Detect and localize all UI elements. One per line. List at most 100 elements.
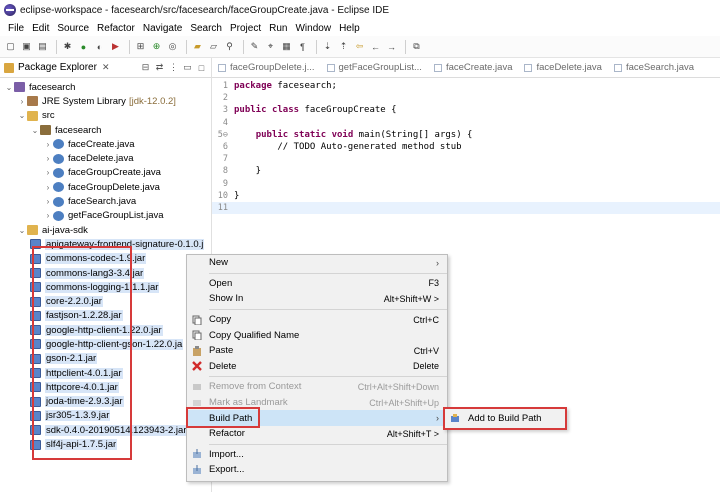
chevron-right-icon[interactable]: › <box>43 183 53 192</box>
editor-tab-label: getFaceGroupList... <box>338 62 422 73</box>
context-menu-item-new[interactable]: New › <box>187 255 447 271</box>
context-menu-item-copy-qualified-name[interactable]: Copy Qualified Name <box>187 327 447 343</box>
code-area[interactable]: 1 package facesearch; 2 3 public class faceG… <box>212 78 720 215</box>
chevron-down-icon[interactable]: ⌄ <box>17 111 27 120</box>
new-class-icon[interactable]: ◎ <box>166 40 179 53</box>
editor-tab[interactable]: faceGroupDelete.j... <box>212 58 321 77</box>
context-menu-item-copy[interactable]: Copy Ctrl+C <box>187 312 447 328</box>
chevron-right-icon[interactable]: › <box>43 168 53 177</box>
tree-item-label: faceSearch.java <box>68 196 137 208</box>
chevron-down-icon[interactable]: ⌄ <box>17 226 27 235</box>
new-java-project-icon[interactable]: ⊞ <box>134 40 147 53</box>
chevron-right-icon[interactable]: › <box>43 211 53 220</box>
context-menu-item-refactor[interactable]: Refactor Alt+Shift+T > <box>187 426 447 442</box>
code-line[interactable]: 10} <box>212 190 720 202</box>
editor-tab[interactable]: faceDelete.java <box>518 58 607 77</box>
menu-navigate[interactable]: Navigate <box>139 23 186 34</box>
context-menu-item-open[interactable]: Open F3 <box>187 276 447 292</box>
editor-tab[interactable]: getFaceGroupList... <box>321 58 428 77</box>
context-menu-item-export[interactable]: Export... <box>187 462 447 478</box>
menu-source[interactable]: Source <box>53 23 93 34</box>
open-type-icon[interactable]: ▰ <box>191 40 204 53</box>
collapse-all-icon[interactable]: ⊟ <box>140 62 151 73</box>
editor-tab-label: faceGroupDelete.j... <box>230 62 315 73</box>
menu-project[interactable]: Project <box>226 23 265 34</box>
run-icon[interactable]: ● <box>77 40 90 53</box>
tree-item[interactable]: ⌄ facesearch <box>0 123 211 137</box>
last-edit-icon[interactable]: ⇦ <box>353 40 366 53</box>
chevron-right-icon[interactable]: › <box>43 140 53 149</box>
code-line[interactable]: 2 <box>212 92 720 104</box>
package-explorer-tab[interactable]: Package Explorer ✕ ⊟ ⇄ ⋮ ▭ □ <box>0 58 211 78</box>
menu-help[interactable]: Help <box>335 23 364 34</box>
chevron-right-icon[interactable]: › <box>17 97 27 106</box>
previous-annotation-icon[interactable]: ⇡ <box>337 40 350 53</box>
view-menu-icon[interactable]: ⋮ <box>168 62 179 73</box>
new-file-icon[interactable]: ▢ <box>4 40 17 53</box>
context-menu-item-import[interactable]: Import... <box>187 447 447 463</box>
menu-window[interactable]: Window <box>291 23 335 34</box>
debug-icon[interactable]: ✱ <box>61 40 74 53</box>
context-menu-item-paste[interactable]: Paste Ctrl+V <box>187 343 447 359</box>
save-all-icon[interactable]: ▤ <box>36 40 49 53</box>
code-line[interactable]: 4 <box>212 117 720 129</box>
menu-file[interactable]: File <box>4 23 28 34</box>
context-menu-label: Remove from Context <box>209 381 302 393</box>
tree-item-detail: [jdk-12.0.2] <box>128 95 176 107</box>
pin-icon[interactable]: ⌖ <box>264 40 277 53</box>
toggle-mark-icon[interactable]: ✎ <box>248 40 261 53</box>
tree-item[interactable]: › faceGroupDelete.java <box>0 180 211 194</box>
menu-run[interactable]: Run <box>265 23 291 34</box>
chevron-right-icon[interactable]: › <box>43 197 53 206</box>
back-icon[interactable]: ← <box>369 40 382 53</box>
block-selection-icon[interactable]: ▦ <box>280 40 293 53</box>
tree-item[interactable]: › getFaceGroupList.java <box>0 209 211 223</box>
editor-tab[interactable]: faceSearch.java <box>608 58 700 77</box>
tree-item[interactable]: › JRE System Library [jdk-12.0.2] <box>0 94 211 108</box>
chevron-down-icon[interactable]: ⌄ <box>30 126 40 135</box>
context-menu-item-show-in[interactable]: Show In Alt+Shift+W > <box>187 291 447 307</box>
code-line[interactable]: 8 } <box>212 165 720 177</box>
perspective-icon[interactable]: ⧉ <box>410 40 423 53</box>
tree-item[interactable]: › faceSearch.java <box>0 194 211 208</box>
chevron-down-icon[interactable]: ⌄ <box>4 83 14 92</box>
show-whitespace-icon[interactable]: ¶ <box>296 40 309 53</box>
jar-selection-highlight <box>32 246 132 460</box>
menu-refactor[interactable]: Refactor <box>93 23 139 34</box>
tree-item[interactable]: › faceGroupCreate.java <box>0 166 211 180</box>
link-editor-icon[interactable]: ⇄ <box>154 62 165 73</box>
coverage-icon[interactable]: ◐ <box>93 40 106 53</box>
code-line[interactable]: 11 <box>212 201 720 215</box>
tree-item[interactable]: ⌄ ai-java-sdk <box>0 223 211 237</box>
close-icon[interactable]: ✕ <box>102 62 110 73</box>
maximize-icon[interactable]: □ <box>196 62 207 73</box>
code-line[interactable]: 1 package facesearch; <box>212 80 720 92</box>
code-line[interactable]: 7 <box>212 153 720 165</box>
code-line[interactable]: 3 public class faceGroupCreate { <box>212 104 720 116</box>
code-text: // TODO Auto-generated method stub <box>234 142 462 153</box>
forward-icon[interactable]: → <box>385 40 398 53</box>
tree-item[interactable]: ⌄ src <box>0 109 211 123</box>
minimize-icon[interactable]: ▭ <box>182 62 193 73</box>
code-line[interactable]: 5⊖ public static void main(String[] args… <box>212 129 720 141</box>
editor-tab[interactable]: faceCreate.java <box>428 58 519 77</box>
menu-edit[interactable]: Edit <box>28 23 53 34</box>
tree-item[interactable]: › faceDelete.java <box>0 151 211 165</box>
new-package-icon[interactable]: ⊕ <box>150 40 163 53</box>
open-task-icon[interactable]: ▱ <box>207 40 220 53</box>
save-icon[interactable]: ▣ <box>20 40 33 53</box>
search-icon[interactable]: ⚲ <box>223 40 236 53</box>
code-line[interactable]: 9 <box>212 178 720 190</box>
shortcut-label: F3 <box>428 278 439 289</box>
menu-divider <box>209 308 447 310</box>
external-tools-icon[interactable]: ▶ <box>109 40 122 53</box>
context-menu-item-delete[interactable]: Delete Delete <box>187 359 447 375</box>
next-annotation-icon[interactable]: ⇣ <box>321 40 334 53</box>
chevron-right-icon[interactable]: › <box>43 154 53 163</box>
code-line[interactable]: 6 // TODO Auto-generated method stub <box>212 141 720 153</box>
menu-search[interactable]: Search <box>186 23 226 34</box>
context-menu-item-remove-from-context[interactable]: Remove from Context Ctrl+Alt+Shift+Down <box>187 379 447 395</box>
tree-item[interactable]: ⌄ facesearch <box>0 80 211 94</box>
tree-item[interactable]: › faceCreate.java <box>0 137 211 151</box>
editor-tab-bar: faceGroupDelete.j... getFaceGroupList... f… <box>212 58 720 78</box>
